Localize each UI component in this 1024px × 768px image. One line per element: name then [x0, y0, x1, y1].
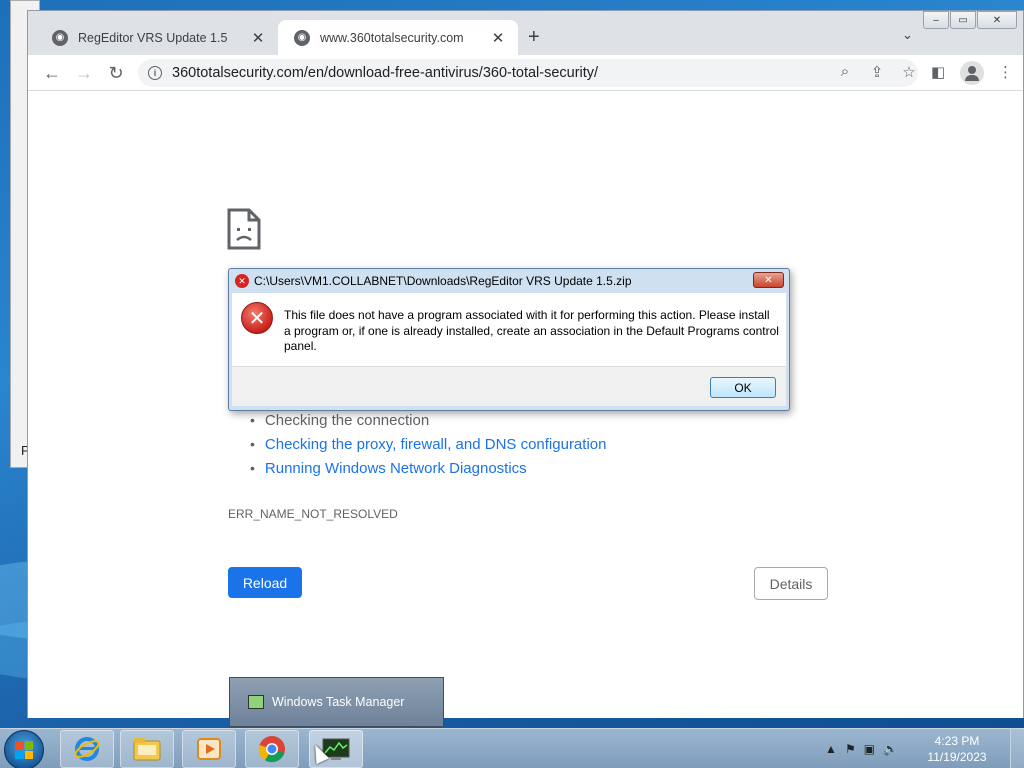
- details-button[interactable]: Details: [754, 567, 828, 600]
- globe-icon: ◉: [294, 29, 310, 46]
- network-icon[interactable]: ▣: [864, 742, 875, 756]
- internet-explorer-icon: [74, 737, 100, 761]
- browser-toolbar: ← → ↻ i 360totalsecurity.com/en/download…: [28, 55, 1023, 91]
- dialog-close-button[interactable]: ✕: [753, 272, 784, 288]
- globe-icon: ◉: [52, 29, 68, 46]
- show-hidden-icons-icon[interactable]: ▲: [825, 742, 837, 756]
- start-button[interactable]: [4, 730, 44, 768]
- side-panel-icon[interactable]: ◧: [931, 63, 945, 81]
- suggestion-item: Checking the connection: [250, 408, 606, 432]
- error-icon: ✕: [241, 302, 273, 334]
- taskbar: ▲ ⚑ ▣ 🔈 4:23 PM 11/19/2023: [0, 728, 1024, 768]
- chrome-icon: [258, 736, 285, 763]
- tab-close-icon[interactable]: ✕: [490, 29, 506, 47]
- windows-logo-icon: [15, 741, 33, 759]
- tab-title: RegEditor VRS Update 1.5: [78, 30, 228, 45]
- error-code: ERR_NAME_NOT_RESOLVED: [228, 507, 398, 521]
- error-dialog: ✕ C:\Users\VM1.COLLABNET\Downloads\RegEd…: [228, 268, 790, 411]
- close-window-button[interactable]: ✕: [977, 11, 1017, 29]
- taskbar-internet-explorer[interactable]: [60, 730, 114, 768]
- forward-arrow-icon[interactable]: →: [72, 61, 96, 85]
- suggestion-list: Checking the connection Checking the pro…: [250, 408, 607, 480]
- sad-document-icon: [227, 208, 261, 250]
- dialog-footer: OK: [232, 366, 786, 406]
- taskbar-media-player[interactable]: [182, 730, 236, 768]
- taskbar-windows-explorer[interactable]: [120, 730, 174, 768]
- tray-icons: ▲ ⚑ ▣ 🔈: [825, 742, 898, 756]
- suggestion-link-proxy[interactable]: Checking the proxy, firewall, and DNS co…: [250, 432, 607, 456]
- dialog-title-bar[interactable]: ✕ C:\Users\VM1.COLLABNET\Downloads\RegEd…: [229, 269, 789, 293]
- share-icon[interactable]: ⇪: [868, 63, 886, 81]
- task-manager-icon: [248, 695, 264, 709]
- tab-strip: ◉ RegEditor VRS Update 1.5 ✕ ◉ www.360to…: [28, 11, 1023, 55]
- error-small-icon: ✕: [235, 274, 249, 288]
- suggestion-link-diagnostics[interactable]: Running Windows Network Diagnostics: [250, 456, 606, 480]
- taskbar-thumbnail-task-manager[interactable]: Windows Task Manager: [229, 677, 444, 727]
- clock-time: 4:23 PM: [934, 734, 980, 748]
- profile-avatar-icon[interactable]: [960, 61, 984, 85]
- dialog-title: C:\Users\VM1.COLLABNET\Downloads\RegEdit…: [254, 274, 632, 288]
- back-arrow-icon[interactable]: ←: [40, 61, 64, 85]
- ok-button[interactable]: OK: [710, 377, 776, 398]
- folder-icon: [133, 738, 161, 761]
- taskbar-chrome[interactable]: [245, 730, 299, 768]
- site-info-icon[interactable]: i: [148, 66, 162, 80]
- tab-360totalsecurity[interactable]: ◉ www.360totalsecurity.com ✕: [278, 20, 518, 55]
- address-bar[interactable]: i 360totalsecurity.com/en/download-free-…: [138, 59, 918, 87]
- system-tray: ▲ ⚑ ▣ 🔈 4:23 PM 11/19/2023: [825, 729, 1024, 768]
- dialog-body: ✕ This file does not have a program asso…: [232, 293, 786, 366]
- clock[interactable]: 4:23 PM 11/19/2023: [912, 733, 1002, 765]
- tab-title: www.360totalsecurity.com: [320, 30, 464, 45]
- maximize-button[interactable]: ▭: [950, 11, 976, 29]
- tab-regeditor[interactable]: ◉ RegEditor VRS Update 1.5 ✕: [36, 20, 278, 55]
- reload-icon[interactable]: ↻: [104, 61, 128, 85]
- thumbnail-title: Windows Task Manager: [272, 695, 405, 709]
- tab-close-icon[interactable]: ✕: [250, 29, 266, 47]
- menu-kebab-icon[interactable]: ⋮: [998, 63, 1013, 81]
- show-desktop-button[interactable]: [1010, 729, 1024, 768]
- url-text[interactable]: 360totalsecurity.com/en/download-free-an…: [172, 65, 598, 81]
- tab-search-icon[interactable]: ⌄: [902, 27, 913, 43]
- search-icon[interactable]: ⌕: [836, 63, 854, 81]
- star-icon[interactable]: ☆: [900, 63, 918, 81]
- minimize-button[interactable]: –: [923, 11, 949, 29]
- clock-date: 11/19/2023: [927, 750, 987, 764]
- window-controls: – ▭ ✕: [922, 11, 1017, 29]
- media-player-icon: [197, 738, 221, 760]
- volume-icon[interactable]: 🔈: [883, 742, 898, 756]
- new-tab-button[interactable]: +: [528, 26, 540, 49]
- action-center-flag-icon[interactable]: ⚑: [845, 742, 856, 756]
- reload-button[interactable]: Reload: [228, 567, 302, 598]
- dialog-message: This file does not have a program associ…: [284, 308, 779, 353]
